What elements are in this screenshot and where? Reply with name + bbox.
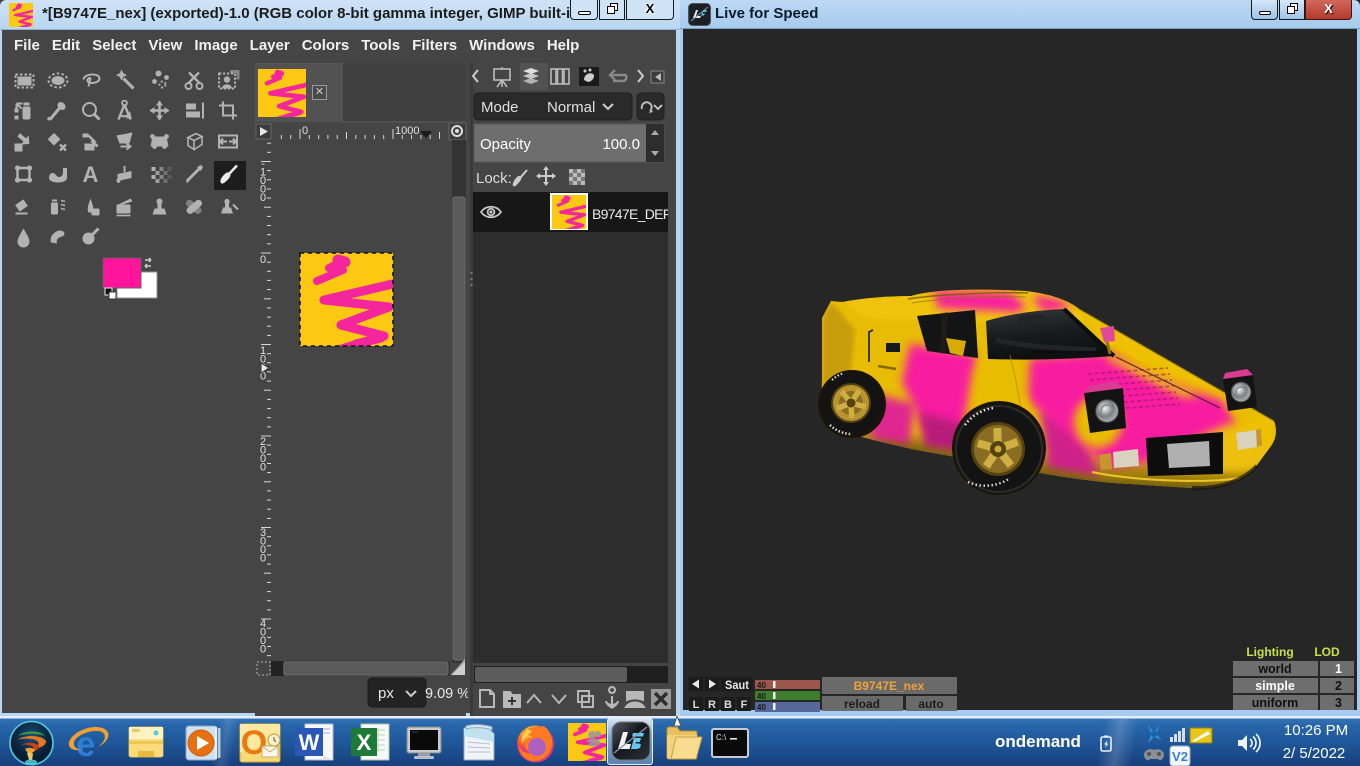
svg-text:B: B	[724, 699, 732, 711]
svg-text:simple: simple	[1255, 679, 1295, 693]
svg-text:A: A	[83, 162, 99, 187]
svg-text:W: W	[299, 730, 320, 755]
svg-text:Mode: Mode	[481, 99, 519, 116]
svg-text:Normal: Normal	[547, 99, 595, 116]
svg-text:auto: auto	[918, 697, 943, 711]
svg-text:uniform: uniform	[1252, 696, 1299, 710]
svg-text:0: 0	[302, 125, 308, 137]
svg-text:reload: reload	[844, 697, 880, 711]
svg-text:R: R	[708, 699, 716, 711]
svg-text:40: 40	[757, 703, 766, 712]
svg-text:0: 0	[260, 192, 266, 204]
svg-text:L: L	[693, 699, 700, 711]
svg-text:40: 40	[757, 692, 766, 701]
svg-text:0: 0	[260, 462, 266, 474]
svg-text:X: X	[357, 730, 372, 755]
svg-text:world: world	[1257, 662, 1291, 676]
svg-text:0: 0	[260, 644, 266, 656]
svg-text:40: 40	[757, 681, 766, 690]
svg-text:100.0: 100.0	[602, 136, 640, 153]
svg-text:B9747E_nex: B9747E_nex	[854, 679, 925, 693]
svg-text:LOD: LOD	[1314, 645, 1340, 659]
svg-text:F: F	[741, 699, 748, 711]
svg-text:1000: 1000	[395, 125, 419, 137]
svg-text:Lighting: Lighting	[1246, 645, 1293, 659]
svg-text:Saut: Saut	[725, 680, 749, 692]
svg-text:Opacity: Opacity	[480, 136, 531, 153]
svg-text:px: px	[378, 685, 394, 702]
svg-text:V2: V2	[1172, 749, 1188, 764]
svg-text:2: 2	[1335, 679, 1342, 693]
svg-text:0: 0	[260, 553, 266, 565]
svg-text:Lock:: Lock:	[476, 170, 512, 187]
svg-text:C:\: C:\	[716, 733, 727, 742]
svg-text:1: 1	[1335, 662, 1342, 676]
svg-text:3: 3	[1335, 696, 1342, 710]
svg-text:9.09 %: 9.09 %	[425, 686, 468, 702]
svg-text:0: 0	[260, 254, 266, 266]
